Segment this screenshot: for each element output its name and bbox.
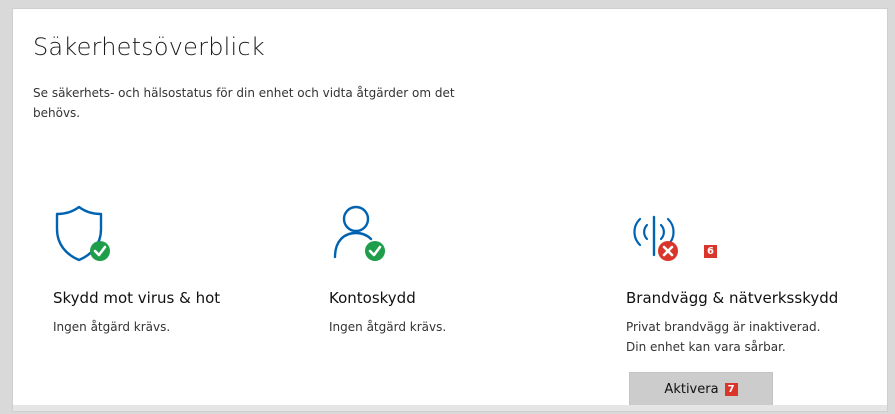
- tile-status: Ingen åtgärd krävs.: [53, 320, 171, 334]
- page-title: Säkerhetsöverblick: [33, 33, 265, 61]
- tile-title: Brandvägg & nätverksskydd: [626, 289, 839, 307]
- callout-badge: 7: [724, 382, 738, 396]
- security-overview-window: Säkerhetsöverblick Se säkerhets- och häl…: [12, 8, 888, 412]
- activate-button-label: Aktivera: [664, 381, 719, 397]
- tile-status-line-1: Privat brandvägg är inaktiverad.: [626, 320, 821, 334]
- callout-badge: 6: [704, 245, 717, 258]
- tile-status-line-2: Din enhet kan vara sårbar.: [626, 340, 786, 354]
- tile-status: Ingen åtgärd krävs.: [329, 320, 447, 334]
- activate-button[interactable]: Aktivera 7: [629, 372, 773, 406]
- tile-title: Kontoskydd: [329, 289, 416, 307]
- account-check-icon: [329, 199, 399, 273]
- page-description: Se säkerhets- och hälsostatus för din en…: [33, 86, 455, 120]
- tile-title: Skydd mot virus & hot: [53, 289, 221, 307]
- shield-check-icon: [53, 199, 123, 273]
- bottom-strip: [13, 405, 887, 411]
- firewall-network-error-icon: [626, 199, 696, 273]
